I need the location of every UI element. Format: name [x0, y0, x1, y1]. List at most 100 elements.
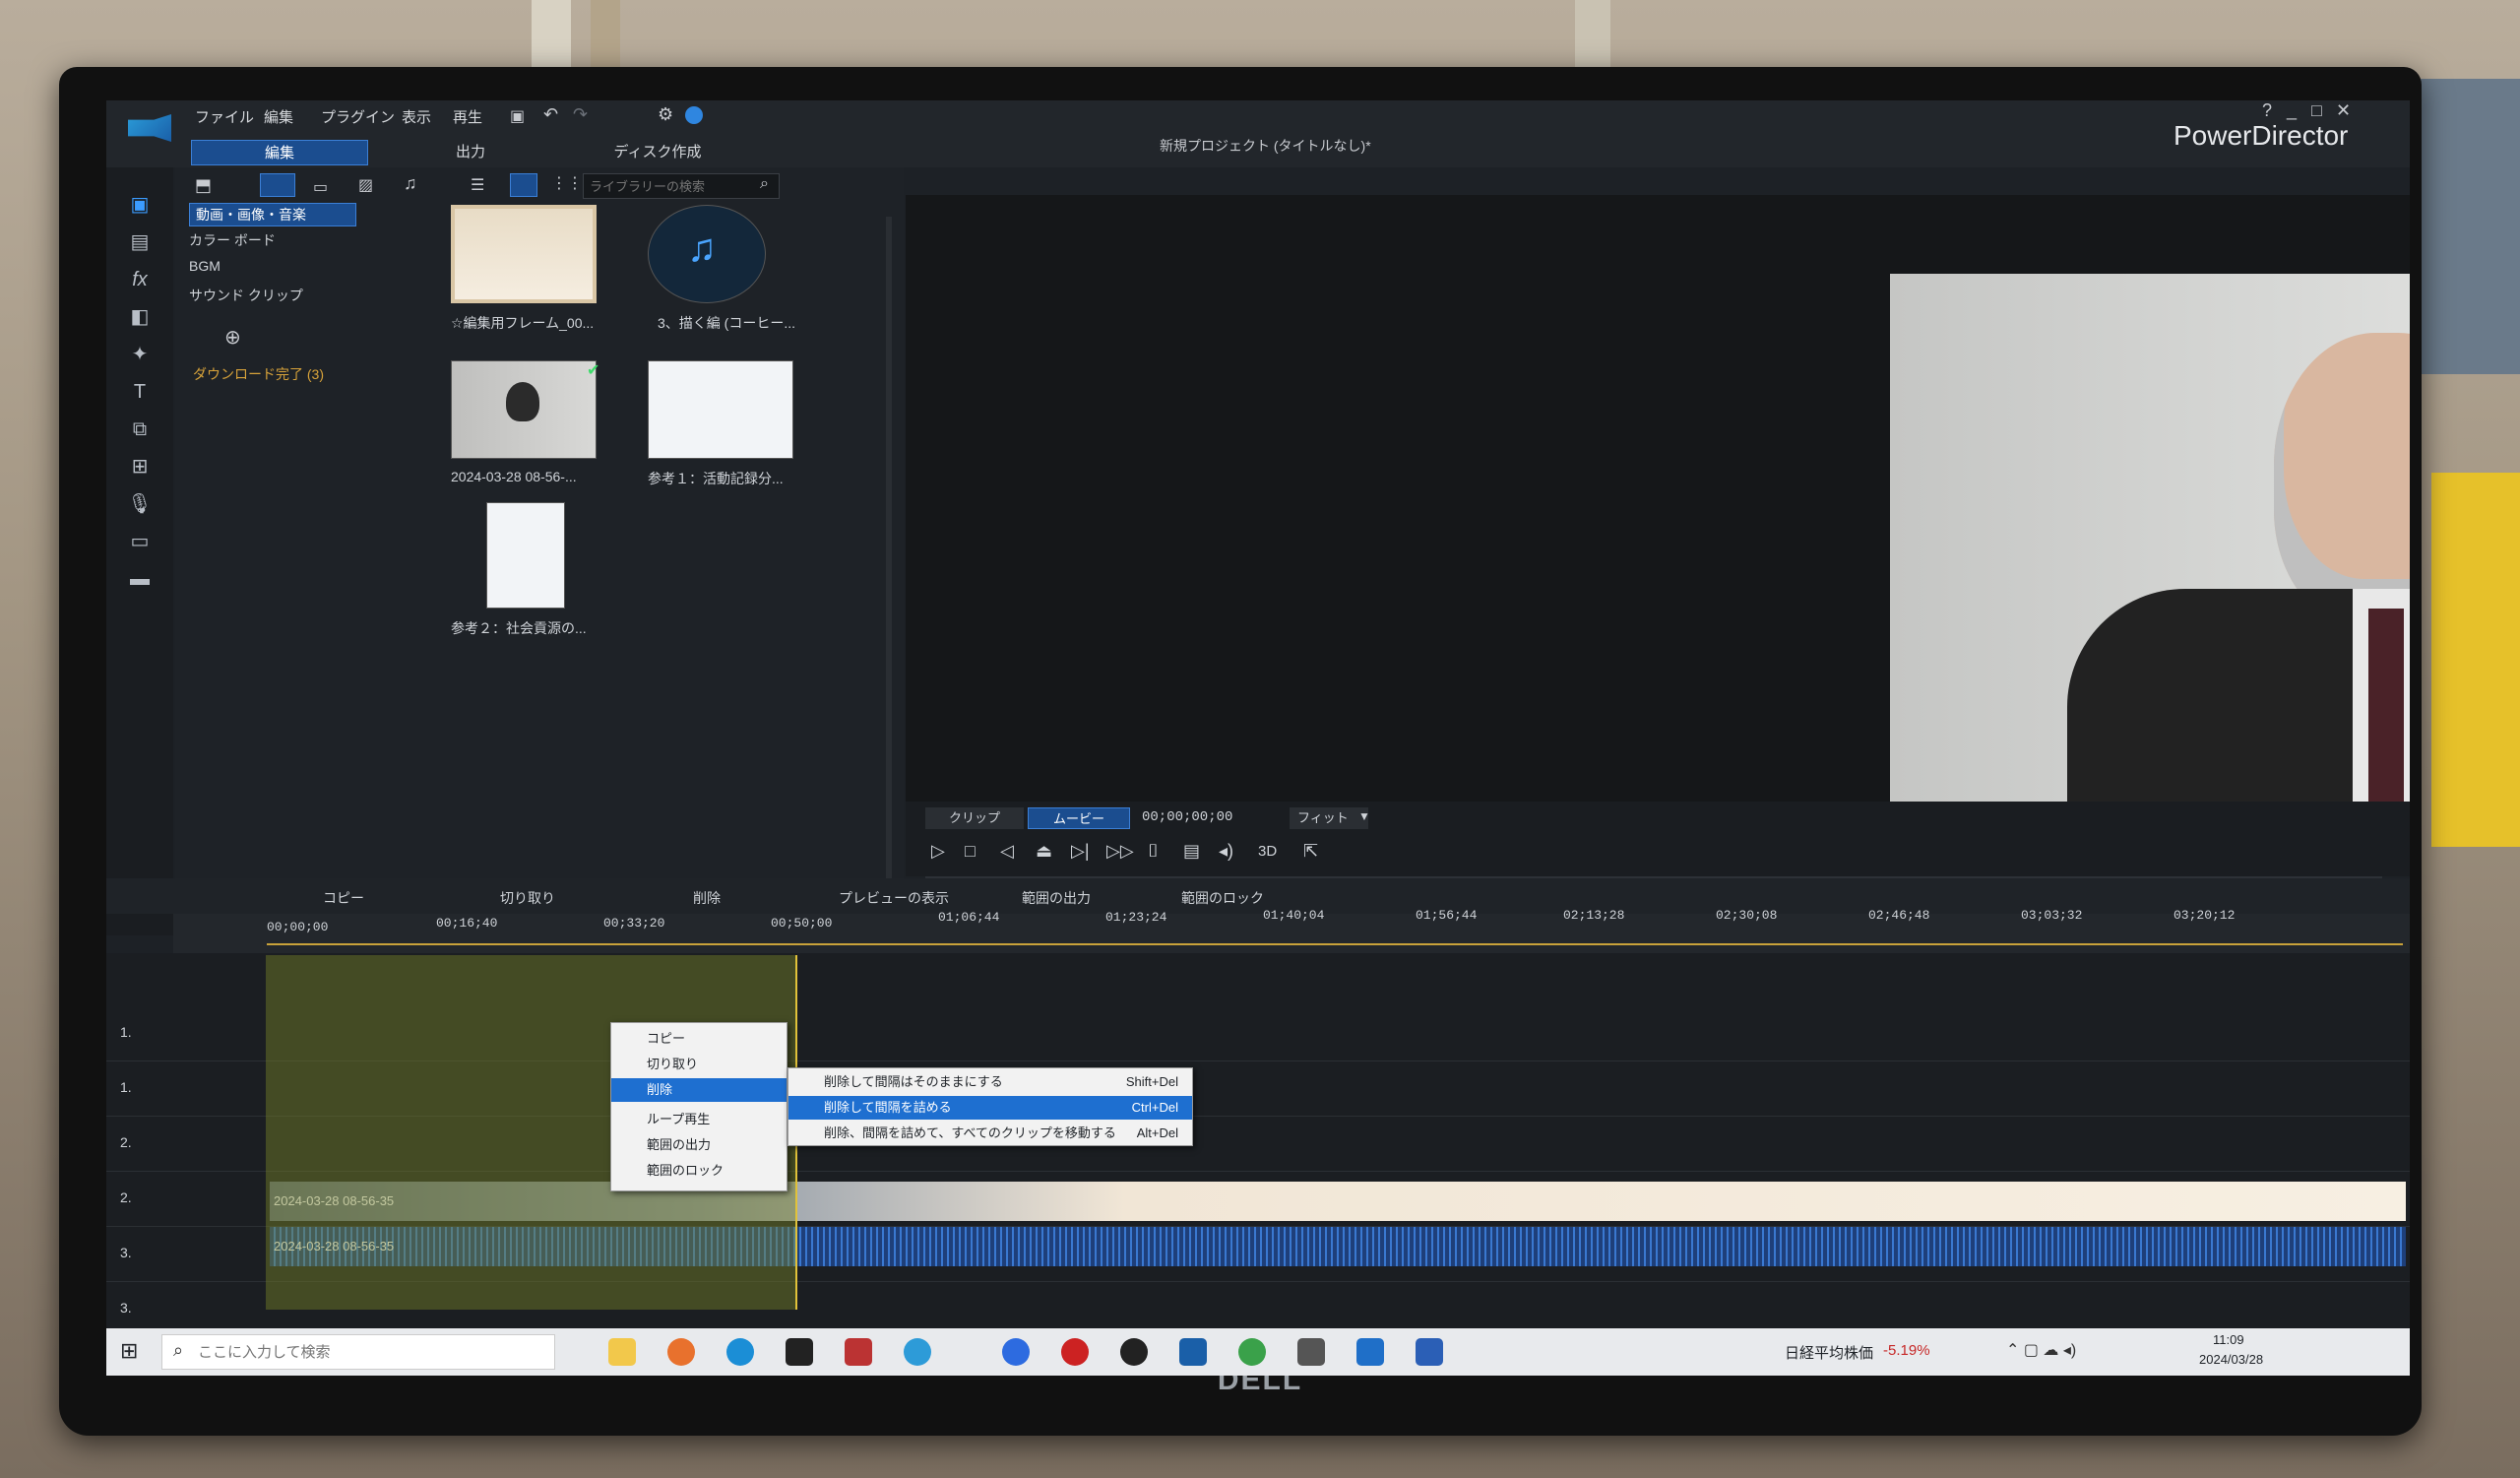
grid-view-icon[interactable]	[510, 173, 537, 197]
clock-time[interactable]: 11:09	[2213, 1332, 2244, 1347]
next-frame-icon[interactable]: ▷|	[1071, 841, 1090, 862]
firefox-icon[interactable]	[667, 1338, 695, 1366]
microphone-icon[interactable]: 🎙	[126, 490, 154, 518]
minimize-icon[interactable]: _	[2287, 100, 2297, 121]
particle-icon[interactable]: ✦	[126, 341, 154, 368]
timeline-ruler[interactable]: 00;00;00 00;16;40 00;33;20 00;50;00 01;0…	[173, 908, 2410, 953]
settings-gear-icon[interactable]: ⚙	[658, 104, 673, 125]
filter-clip-icon[interactable]: ▭	[313, 177, 328, 197]
timecode-display[interactable]: 00;00;00;00	[1142, 809, 1232, 825]
redo-icon[interactable]: ↷	[573, 104, 588, 125]
menu-view[interactable]: 表示	[402, 106, 431, 127]
title-text-icon[interactable]: T	[126, 378, 154, 406]
library-scrollbar[interactable]	[886, 217, 892, 926]
download-status[interactable]: ダウンロード完了 (3)	[193, 364, 324, 384]
volume-icon[interactable]: ◂)	[1219, 841, 1233, 862]
zoom-icon[interactable]	[1002, 1338, 1030, 1366]
submenu-delete-ripple-all[interactable]: 削除、間隔を詰めて、すべてのクリップを移動する Alt+Del	[788, 1122, 1192, 1145]
save-icon[interactable]: ▣	[510, 106, 525, 126]
toolbar-lock-range[interactable]: 範囲のロック	[1181, 888, 1264, 908]
clip-mode-button[interactable]: クリップ	[925, 807, 1024, 829]
windows-start-icon[interactable]: ⊞	[120, 1338, 138, 1364]
app-icon[interactable]	[1120, 1338, 1148, 1366]
context-lock-range[interactable]: 範囲のロック	[611, 1159, 787, 1183]
chapter-icon[interactable]: ▭	[126, 528, 154, 555]
stock-label[interactable]: 日経平均株価	[1785, 1342, 1873, 1363]
transition-icon[interactable]: ⧉	[126, 416, 154, 443]
help-icon[interactable]: ?	[2262, 100, 2272, 121]
fx-icon[interactable]: fx	[126, 266, 154, 293]
fast-forward-icon[interactable]: ▷▷	[1106, 841, 1134, 862]
pip-icon[interactable]: ◧	[126, 303, 154, 331]
filter-music-icon[interactable]: ♫	[404, 173, 417, 194]
restore-icon[interactable]: □	[2311, 100, 2322, 121]
context-loop-play[interactable]: ループ再生	[611, 1108, 787, 1131]
tab-disc[interactable]: ディスク作成	[598, 140, 717, 165]
library-item-thumbnail[interactable]	[486, 502, 565, 609]
tab-edit[interactable]: 編集	[191, 140, 368, 165]
template-icon[interactable]: ▤	[126, 228, 154, 256]
media-room-icon[interactable]: ▣	[126, 191, 154, 219]
library-item-thumbnail[interactable]	[648, 360, 793, 459]
app-icon[interactable]	[786, 1338, 813, 1366]
notification-icon[interactable]	[685, 106, 703, 124]
camera-icon[interactable]	[1297, 1338, 1325, 1366]
close-icon[interactable]: ✕	[2336, 100, 2351, 121]
play-icon[interactable]: ▷	[931, 841, 945, 862]
movie-mode-button[interactable]: ムービー	[1028, 807, 1130, 829]
chrome-icon[interactable]	[1238, 1338, 1266, 1366]
toolbar-preview[interactable]: プレビューの表示	[839, 888, 949, 908]
outlook-icon[interactable]	[1356, 1338, 1384, 1366]
submenu-delete-close-gap[interactable]: 削除して間隔を詰める Ctrl+Del	[788, 1096, 1192, 1120]
record-icon[interactable]	[1061, 1338, 1089, 1366]
undock-icon[interactable]: ⇱	[1303, 841, 1318, 862]
undo-icon[interactable]: ↶	[543, 104, 558, 125]
list-view-icon[interactable]: ☰	[471, 175, 484, 195]
submenu-delete-keep-gap[interactable]: 削除して間隔はそのままにする Shift+Del	[788, 1070, 1192, 1094]
context-delete[interactable]: 削除	[611, 1078, 787, 1102]
menu-edit[interactable]: 編集	[264, 106, 293, 127]
small-grid-icon[interactable]: ⋮⋮	[551, 173, 583, 193]
powerdirector-icon[interactable]	[1179, 1338, 1207, 1366]
tab-output[interactable]: 出力	[431, 140, 510, 165]
library-item-thumbnail[interactable]	[451, 205, 597, 303]
system-tray-icons[interactable]: ⌃ ▢ ☁ ◂)	[2006, 1340, 2076, 1360]
category-media[interactable]: 動画・画像・音楽	[189, 203, 356, 226]
snapshot-icon[interactable]: ⌷	[1148, 841, 1159, 862]
menu-file[interactable]: ファイル	[195, 106, 254, 127]
fit-dropdown[interactable]: フィット	[1290, 807, 1368, 829]
menu-play[interactable]: 再生	[453, 106, 482, 127]
subtitle-icon[interactable]: ▬	[126, 565, 154, 593]
category-sound-clip[interactable]: サウンド クリップ	[189, 286, 303, 305]
filter-video-icon[interactable]	[260, 173, 295, 197]
context-cut[interactable]: 切り取り	[611, 1053, 787, 1076]
category-bgm[interactable]: BGM	[189, 258, 220, 274]
filter-image-icon[interactable]: ▨	[358, 175, 373, 195]
edge-icon[interactable]	[904, 1338, 931, 1366]
search-icon[interactable]: ⌕	[760, 175, 769, 193]
three-d-toggle[interactable]: 3D	[1258, 843, 1277, 860]
file-explorer-icon[interactable]	[608, 1338, 636, 1366]
import-icon[interactable]: ⬒	[195, 175, 212, 196]
skype-icon[interactable]	[726, 1338, 754, 1366]
menu-plugin[interactable]: プラグイン	[321, 106, 395, 127]
clock-date[interactable]: 2024/03/28	[2199, 1352, 2263, 1367]
library-search-input[interactable]	[583, 173, 780, 199]
split-icon[interactable]: ⏏	[1036, 841, 1052, 862]
add-tag-icon[interactable]: ⊕	[224, 325, 241, 350]
word-icon[interactable]	[1416, 1338, 1443, 1366]
toolbar-delete[interactable]: 削除	[693, 888, 721, 908]
stop-icon[interactable]: □	[965, 841, 976, 862]
context-export-range[interactable]: 範囲の出力	[611, 1133, 787, 1157]
toolbar-cut[interactable]: 切り取り	[500, 888, 555, 908]
toolbar-copy[interactable]: コピー	[323, 888, 364, 908]
subtitle-toggle-icon[interactable]: ▤	[1183, 841, 1200, 862]
toolbar-export-range[interactable]: 範囲の出力	[1022, 888, 1091, 908]
context-copy[interactable]: コピー	[611, 1027, 787, 1051]
audio-mix-icon[interactable]: ⊞	[126, 453, 154, 481]
category-color-board[interactable]: カラー ボード	[189, 230, 276, 250]
chevron-down-icon[interactable]: ▼	[1358, 809, 1370, 823]
taskbar-search-input[interactable]	[161, 1334, 555, 1370]
prev-frame-icon[interactable]: ◁	[1000, 841, 1014, 862]
app-icon[interactable]	[845, 1338, 872, 1366]
